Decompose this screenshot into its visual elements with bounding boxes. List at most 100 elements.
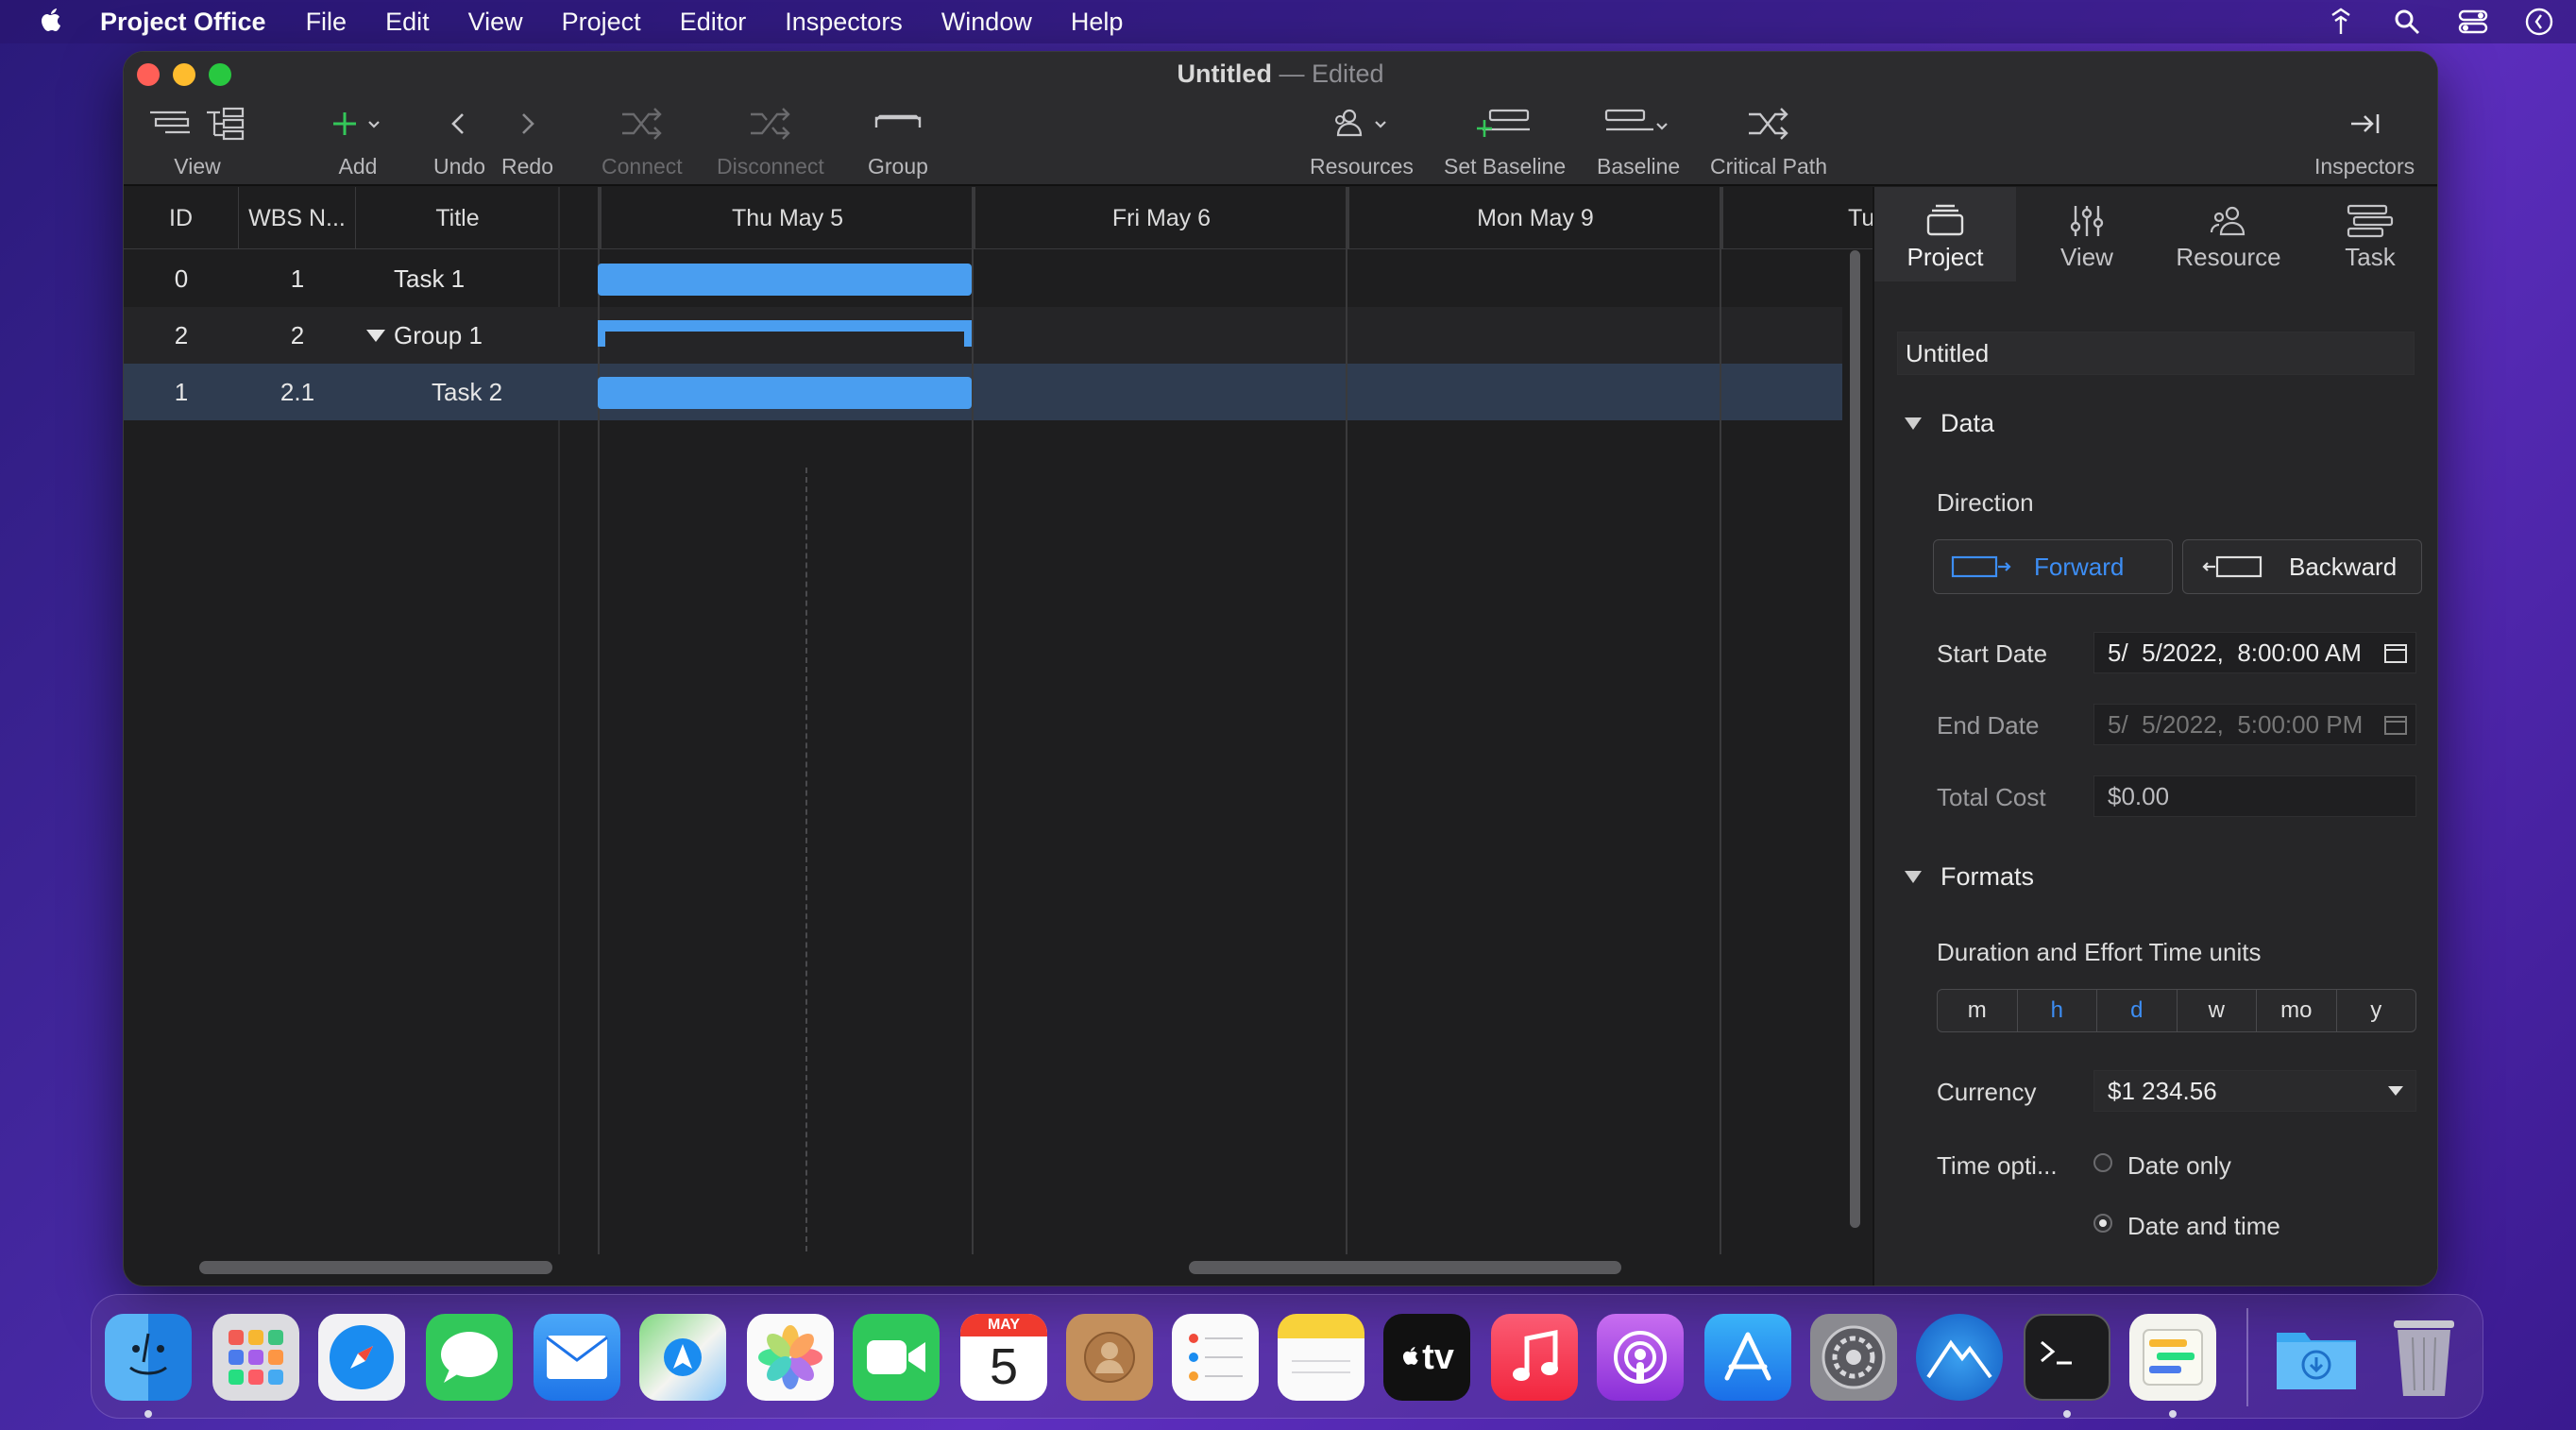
menu-project[interactable]: Project (562, 8, 641, 37)
formats-section-header[interactable]: Formats (1905, 862, 2034, 892)
forward-button[interactable]: Forward (1933, 539, 2173, 594)
group-button[interactable]: Group (868, 105, 928, 179)
task-wbs: 2 (290, 320, 305, 349)
control-center-icon[interactable] (2457, 6, 2489, 38)
search-icon[interactable] (2391, 6, 2423, 38)
gantt-vertical-scrollbar[interactable] (1848, 250, 1861, 1228)
unit-years[interactable]: y (2337, 990, 2416, 1031)
group-icon (874, 114, 922, 128)
currency-select[interactable]: $1 234.56 (2093, 1070, 2416, 1112)
finder-icon[interactable] (105, 1314, 192, 1401)
main-window: Untitled — Edited View Add Undo Redo Con… (123, 51, 2438, 1286)
apple-icon[interactable] (36, 6, 64, 38)
maps-icon[interactable] (639, 1314, 726, 1401)
backward-button[interactable]: Backward (2182, 539, 2422, 594)
start-date-field[interactable]: 5/ 5/2022, 8:00:00 AM (2093, 632, 2416, 673)
group-summary-bar[interactable] (598, 320, 972, 352)
apple-tv-icon[interactable]: tv (1383, 1314, 1470, 1401)
tab-view[interactable]: View (2016, 187, 2158, 281)
contacts-icon[interactable] (1066, 1314, 1153, 1401)
menu-editor[interactable]: Editor (680, 8, 747, 37)
app-name-menu[interactable]: Project Office (100, 8, 266, 37)
menu-window[interactable]: Window (941, 8, 1032, 37)
calendar-icon[interactable] (2383, 713, 2408, 736)
undo-button[interactable]: Undo (433, 105, 485, 179)
connect-button[interactable]: Connect (602, 105, 683, 179)
menu-help[interactable]: Help (1071, 8, 1124, 37)
resources-label: Resources (1310, 154, 1414, 179)
project-document-icon[interactable] (2129, 1314, 2216, 1401)
date-and-time-label[interactable]: Date and time (2127, 1212, 2280, 1241)
calendar-icon[interactable] (2383, 641, 2408, 664)
task-bar[interactable] (598, 377, 972, 409)
inspector-tabs: Project View Resource Task (1874, 187, 2437, 281)
safari-icon[interactable] (318, 1314, 405, 1401)
group-label: Group (868, 154, 928, 179)
critical-path-button[interactable]: Critical Path (1710, 105, 1827, 179)
music-icon[interactable] (1491, 1314, 1578, 1401)
radio-date-and-time[interactable] (2093, 1214, 2112, 1233)
project-office-icon[interactable] (1916, 1314, 2003, 1401)
radio-date-only[interactable] (2093, 1153, 2112, 1172)
terminal-icon[interactable] (2024, 1314, 2110, 1401)
unit-weeks[interactable]: w (2178, 990, 2257, 1031)
redo-button[interactable]: Redo (501, 105, 553, 179)
menu-inspectors[interactable]: Inspectors (785, 8, 903, 37)
downloads-folder-icon[interactable] (2273, 1314, 2360, 1401)
time-units-segmented-control: m h d w mo y (1937, 989, 2416, 1032)
resources-button[interactable]: Resources (1310, 105, 1414, 179)
tab-project[interactable]: Project (1874, 187, 2016, 281)
tab-task[interactable]: Task (2299, 187, 2437, 281)
total-cost-field[interactable]: $0.00 (2093, 775, 2416, 817)
group-title[interactable]: Group 1 (394, 307, 560, 364)
disconnect-button[interactable]: Disconnect (717, 105, 824, 179)
tab-resource[interactable]: Resource (2158, 187, 2299, 281)
system-settings-icon[interactable] (1810, 1314, 1897, 1401)
backward-label: Backward (2289, 552, 2398, 581)
task-bar[interactable] (598, 264, 972, 296)
notes-icon[interactable] (1278, 1314, 1364, 1401)
menu-view[interactable]: View (468, 8, 523, 37)
table-horizontal-scrollbar[interactable] (199, 1261, 552, 1274)
facetime-icon[interactable] (853, 1314, 940, 1401)
task-title[interactable]: Task 1 (394, 250, 560, 307)
column-header-id[interactable]: ID (124, 187, 239, 249)
calendar-app-icon[interactable]: MAY 5 (960, 1314, 1047, 1401)
unit-minutes[interactable]: m (1938, 990, 2018, 1031)
view-button[interactable]: View (148, 105, 246, 179)
chevron-left-icon (451, 113, 465, 134)
data-section-header[interactable]: Data (1905, 409, 1994, 438)
set-baseline-button[interactable]: Set Baseline (1444, 105, 1566, 179)
column-header-title[interactable]: Title (356, 187, 560, 249)
unit-months[interactable]: mo (2257, 990, 2337, 1031)
baseline-button[interactable]: Baseline (1597, 105, 1680, 179)
add-button[interactable]: Add (330, 105, 386, 179)
messages-icon[interactable] (426, 1314, 513, 1401)
end-date-field[interactable]: 5/ 5/2022, 5:00:00 PM (2093, 704, 2416, 745)
mail-icon[interactable] (534, 1314, 620, 1401)
launchpad-icon[interactable] (212, 1314, 299, 1401)
disclosure-triangle-icon[interactable] (362, 307, 390, 364)
gantt-horizontal-scrollbar[interactable] (1189, 1261, 1621, 1274)
network-icon[interactable] (2325, 6, 2357, 38)
project-name-field[interactable]: Untitled (1897, 332, 2415, 375)
reminders-icon[interactable] (1172, 1314, 1259, 1401)
tab-task-label: Task (2345, 243, 2396, 271)
siri-icon[interactable] (2523, 6, 2555, 38)
unit-days[interactable]: d (2097, 990, 2178, 1031)
inspectors-button[interactable]: Inspectors (2314, 105, 2415, 179)
table-row-selected[interactable]: 1 2.1 Task 2 (124, 364, 1842, 420)
app-store-icon[interactable] (1704, 1314, 1791, 1401)
task-title[interactable]: Task 2 (432, 364, 560, 420)
people-icon (2210, 206, 2246, 236)
menu-edit[interactable]: Edit (385, 8, 430, 37)
column-header-wbs[interactable]: WBS N... (239, 187, 356, 249)
trash-icon[interactable] (2381, 1314, 2467, 1401)
unit-hours[interactable]: h (2018, 990, 2097, 1031)
table-row[interactable]: 0 1 Task 1 (124, 250, 1842, 307)
date-only-label[interactable]: Date only (2127, 1151, 2231, 1181)
podcasts-icon[interactable] (1597, 1314, 1684, 1401)
photos-icon[interactable] (747, 1314, 834, 1401)
menu-file[interactable]: File (306, 8, 347, 37)
table-row[interactable]: 2 2 Group 1 (124, 307, 1842, 364)
